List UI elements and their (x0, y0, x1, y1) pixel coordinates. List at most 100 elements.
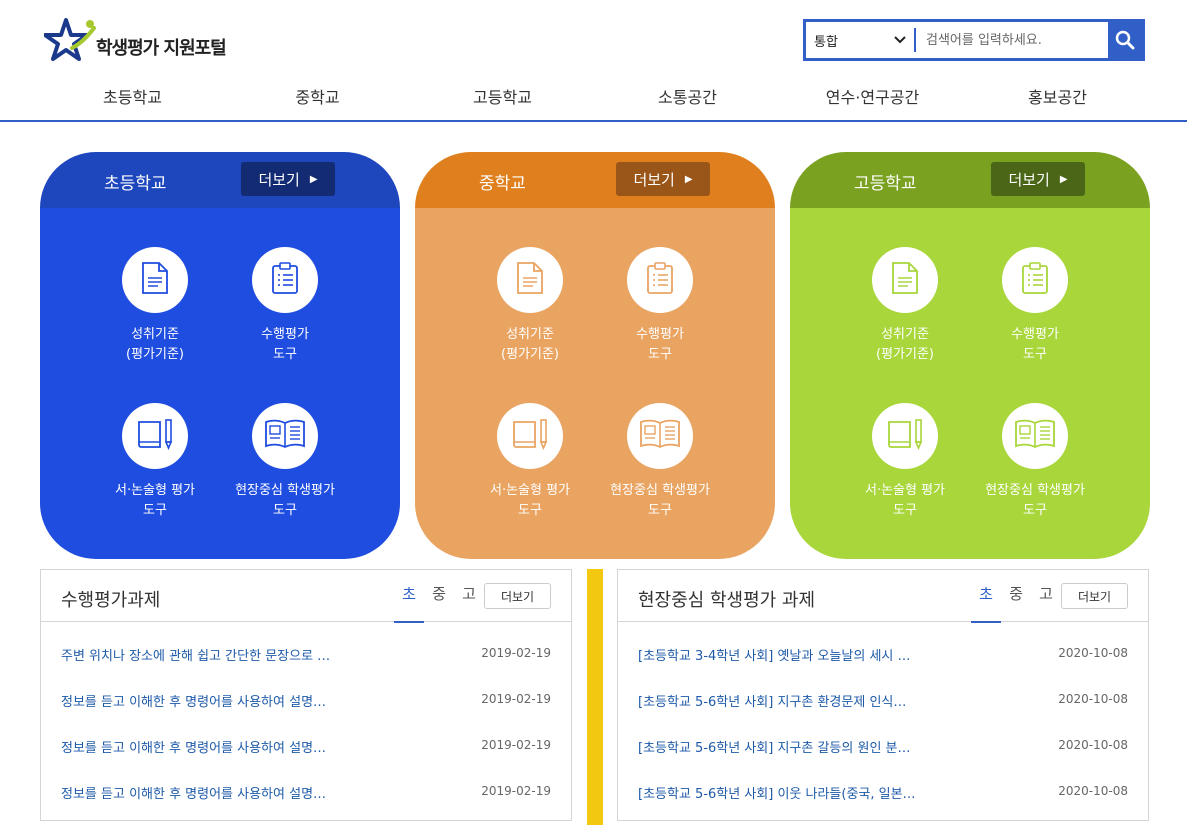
item-date: 2019-02-19 (481, 738, 551, 752)
search-category-value: 통합 (814, 34, 838, 50)
tile-label: 성취기준 (평가기준) (85, 325, 225, 365)
tile-performance-tools[interactable]: 수행평가 도구 (215, 247, 355, 365)
tile-performance-tools[interactable]: 수행평가 도구 (965, 247, 1105, 365)
nav-middle[interactable]: 중학교 (225, 80, 410, 116)
tile-essay-tools[interactable]: 서·논술형 평가 도구 (835, 403, 975, 521)
tile-icon-circle (627, 403, 693, 469)
list-item[interactable]: [초등학교 5-6학년 사회] 이웃 나라들(중국, 일본… 2020-10-0… (618, 770, 1148, 816)
search-button[interactable] (1108, 22, 1142, 58)
play-arrow-icon: ▶ (1059, 173, 1068, 185)
more-button[interactable]: 더보기 ▶ (991, 162, 1085, 196)
more-button-label: 더보기 (633, 170, 675, 189)
main-nav: 초등학교 중학교 고등학교 소통공간 연수·연구공간 홍보공간 (40, 80, 1150, 116)
item-title[interactable]: 정보를 듣고 이해한 후 명령어를 사용하여 설명… (61, 691, 326, 710)
book-pencil-icon (886, 417, 924, 455)
clipboard-icon (1020, 261, 1050, 299)
site-logo[interactable]: 학생평가 지원포털 (44, 16, 244, 64)
tile-icon-circle (1002, 403, 1068, 469)
board-header: 현장중심 학생평가 과제 초 중 고 더보기 (618, 570, 1148, 623)
item-title[interactable]: 정보를 듣고 이해한 후 명령어를 사용하여 설명… (61, 783, 326, 802)
tile-essay-tools[interactable]: 서·논술형 평가 도구 (460, 403, 600, 521)
tile-label: 현장중심 학생평가 도구 (965, 481, 1105, 521)
tile-icon-circle (252, 247, 318, 313)
board-more-button[interactable]: 더보기 (484, 583, 551, 609)
tab-high[interactable]: 고 (454, 570, 484, 622)
chevron-down-icon (894, 33, 906, 47)
tab-elementary[interactable]: 초 (394, 570, 424, 623)
card-title: 중학교 (479, 174, 526, 194)
search-category-select[interactable]: 통합 (806, 28, 916, 52)
tab-elementary[interactable]: 초 (971, 570, 1001, 623)
clipboard-icon (645, 261, 675, 299)
nav-training-research[interactable]: 연수·연구공간 (780, 80, 965, 116)
tile-icon-circle (252, 403, 318, 469)
tile-label-line2: 도구 (143, 503, 167, 518)
tab-high[interactable]: 고 (1031, 570, 1061, 622)
item-title[interactable]: [초등학교 3-4학년 사회] 옛날과 오늘날의 세시 … (638, 645, 911, 664)
tile-label-line1: 서·논술형 평가 (114, 483, 196, 498)
item-date: 2019-02-19 (481, 646, 551, 660)
more-button[interactable]: 더보기 ▶ (241, 162, 335, 196)
board-title: 현장중심 학생평가 과제 (638, 590, 816, 611)
list-item[interactable]: [초등학교 3-4학년 사회] 옛날과 오늘날의 세시 … 2020-10-08 (618, 632, 1148, 678)
tile-label-line2: 도구 (273, 503, 297, 518)
tile-label-line2: (평가기준) (876, 347, 934, 362)
nav-community[interactable]: 소통공간 (595, 80, 780, 116)
search-input[interactable] (916, 22, 1108, 58)
tile-icon-circle (1002, 247, 1068, 313)
tile-label-line1: 성취기준 (131, 327, 179, 342)
tile-field-assessment-tools[interactable]: 현장중심 학생평가 도구 (215, 403, 355, 521)
tile-label: 성취기준 (평가기준) (835, 325, 975, 365)
search-icon (1115, 30, 1135, 50)
item-date: 2020-10-08 (1058, 738, 1128, 752)
item-date: 2020-10-08 (1058, 784, 1128, 798)
tile-achievement-standards[interactable]: 성취기준 (평가기준) (460, 247, 600, 365)
board-field-assessment-tasks: 현장중심 학생평가 과제 초 중 고 더보기 [초등학교 3-4학년 사회] 옛… (617, 569, 1149, 821)
list-item[interactable]: [초등학교 5-6학년 사회] 지구촌 갈등의 원인 분… 2020-10-08 (618, 724, 1148, 770)
open-book-icon (1013, 417, 1057, 455)
list-item[interactable]: 정보를 듣고 이해한 후 명령어를 사용하여 설명… 2019-02-19 (41, 678, 571, 724)
tile-label-line2: 도구 (648, 503, 672, 518)
list-item[interactable]: 주변 위치나 장소에 관해 쉽고 간단한 문장으로 … 2019-02-19 (41, 632, 571, 678)
tile-label: 수행평가 도구 (215, 325, 355, 365)
item-title[interactable]: [초등학교 5-6학년 사회] 지구촌 환경문제 인식… (638, 691, 906, 710)
tile-field-assessment-tools[interactable]: 현장중심 학생평가 도구 (590, 403, 730, 521)
nav-elementary[interactable]: 초등학교 (40, 80, 225, 116)
card-title: 고등학교 (854, 174, 917, 194)
board-performance-tasks: 수행평가과제 초 중 고 더보기 주변 위치나 장소에 관해 쉽고 간단한 문장… (40, 569, 572, 821)
board-list: [초등학교 3-4학년 사회] 옛날과 오늘날의 세시 … 2020-10-08… (618, 632, 1148, 816)
tile-performance-tools[interactable]: 수행평가 도구 (590, 247, 730, 365)
list-item[interactable]: 정보를 듣고 이해한 후 명령어를 사용하여 설명… 2019-02-19 (41, 770, 571, 816)
board-title: 수행평가과제 (61, 590, 161, 611)
tile-achievement-standards[interactable]: 성취기준 (평가기준) (85, 247, 225, 365)
tab-middle[interactable]: 중 (424, 570, 454, 622)
clipboard-icon (270, 261, 300, 299)
item-title[interactable]: 주변 위치나 장소에 관해 쉽고 간단한 문장으로 … (61, 645, 330, 664)
nav-high[interactable]: 고등학교 (410, 80, 595, 116)
more-button-label: 더보기 (258, 170, 300, 189)
tile-field-assessment-tools[interactable]: 현장중심 학생평가 도구 (965, 403, 1105, 521)
nav-promotion[interactable]: 홍보공간 (965, 80, 1150, 116)
tile-essay-tools[interactable]: 서·논술형 평가 도구 (85, 403, 225, 521)
logo-text: 학생평가 지원포털 (96, 38, 227, 59)
item-title[interactable]: 정보를 듣고 이해한 후 명령어를 사용하여 설명… (61, 737, 326, 756)
board-more-button[interactable]: 더보기 (1061, 583, 1128, 609)
book-pencil-icon (136, 417, 174, 455)
more-button-label: 더보기 (1008, 170, 1050, 189)
list-item[interactable]: 정보를 듣고 이해한 후 명령어를 사용하여 설명… 2019-02-19 (41, 724, 571, 770)
tile-label-line1: 현장중심 학생평가 (235, 483, 335, 498)
list-item[interactable]: [초등학교 5-6학년 사회] 지구촌 환경문제 인식… 2020-10-08 (618, 678, 1148, 724)
more-button[interactable]: 더보기 ▶ (616, 162, 710, 196)
card-elementary: 초등학교 더보기 ▶ 성취기준 (평가기준) 수행평가 도구 서·논술형 평가 … (40, 152, 400, 559)
tile-achievement-standards[interactable]: 성취기준 (평가기준) (835, 247, 975, 365)
tab-middle[interactable]: 중 (1001, 570, 1031, 622)
item-title[interactable]: [초등학교 5-6학년 사회] 지구촌 갈등의 원인 분… (638, 737, 911, 756)
tile-label-line1: 수행평가 (636, 327, 684, 342)
item-date: 2019-02-19 (481, 692, 551, 706)
tile-icon-circle (497, 247, 563, 313)
tile-label-line2: 도구 (648, 347, 672, 362)
item-title[interactable]: [초등학교 5-6학년 사회] 이웃 나라들(중국, 일본… (638, 783, 916, 802)
tile-label-line1: 수행평가 (1011, 327, 1059, 342)
card-body: 성취기준 (평가기준) 수행평가 도구 서·논술형 평가 도구 현장중심 학생평… (415, 208, 775, 559)
board-tabs: 초 중 고 (394, 570, 484, 623)
